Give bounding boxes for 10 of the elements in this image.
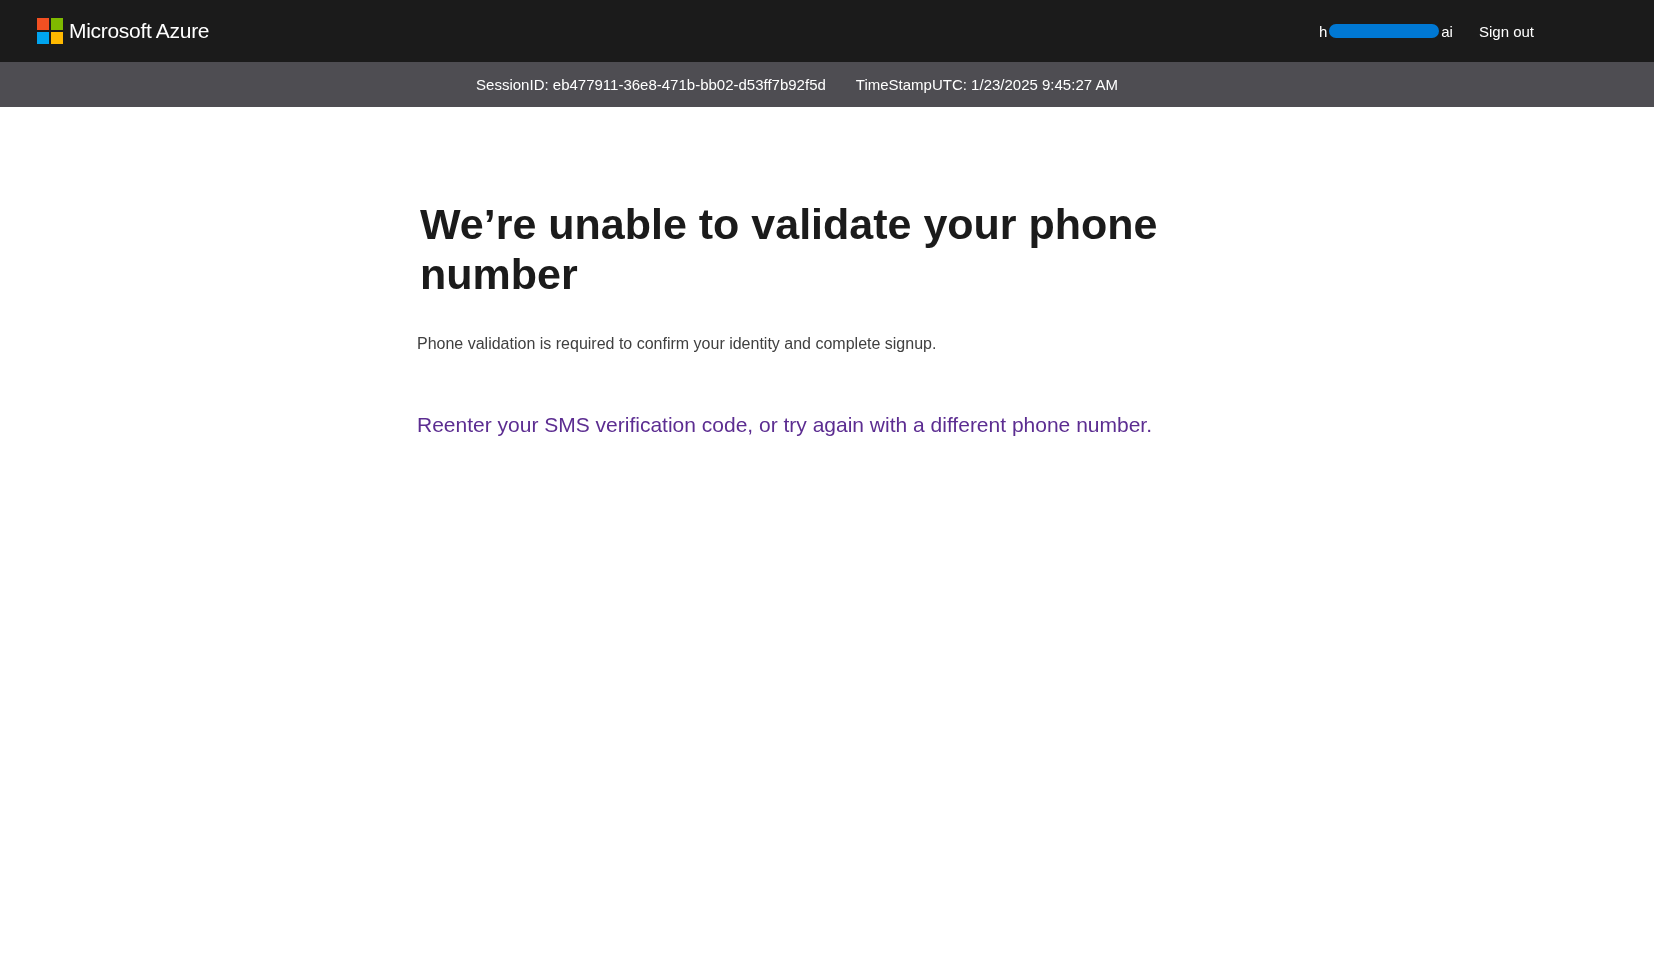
timestamp: TimeStampUTC: 1/23/2025 9:45:27 AM <box>855 76 1118 93</box>
retry-link[interactable]: Reenter your SMS verification code, or try again with a different phone number. <box>417 413 1237 437</box>
account-name-start: h <box>1318 22 1328 40</box>
account-name-end: ai <box>1441 22 1453 40</box>
session-id: SessionID: eb477911-36e8-471b-bb02-d53ff7b92f5d <box>476 76 826 93</box>
description: Phone validation is required to confirm your identity and complete signup. <box>417 335 938 353</box>
sign-out-link[interactable]: Sign out <box>1478 22 1534 40</box>
page-heading: We’re unable to validate your phone number <box>420 199 1159 299</box>
brand-name: Microsoft Azure <box>69 19 210 43</box>
four-squares-logo-icon <box>37 18 63 44</box>
